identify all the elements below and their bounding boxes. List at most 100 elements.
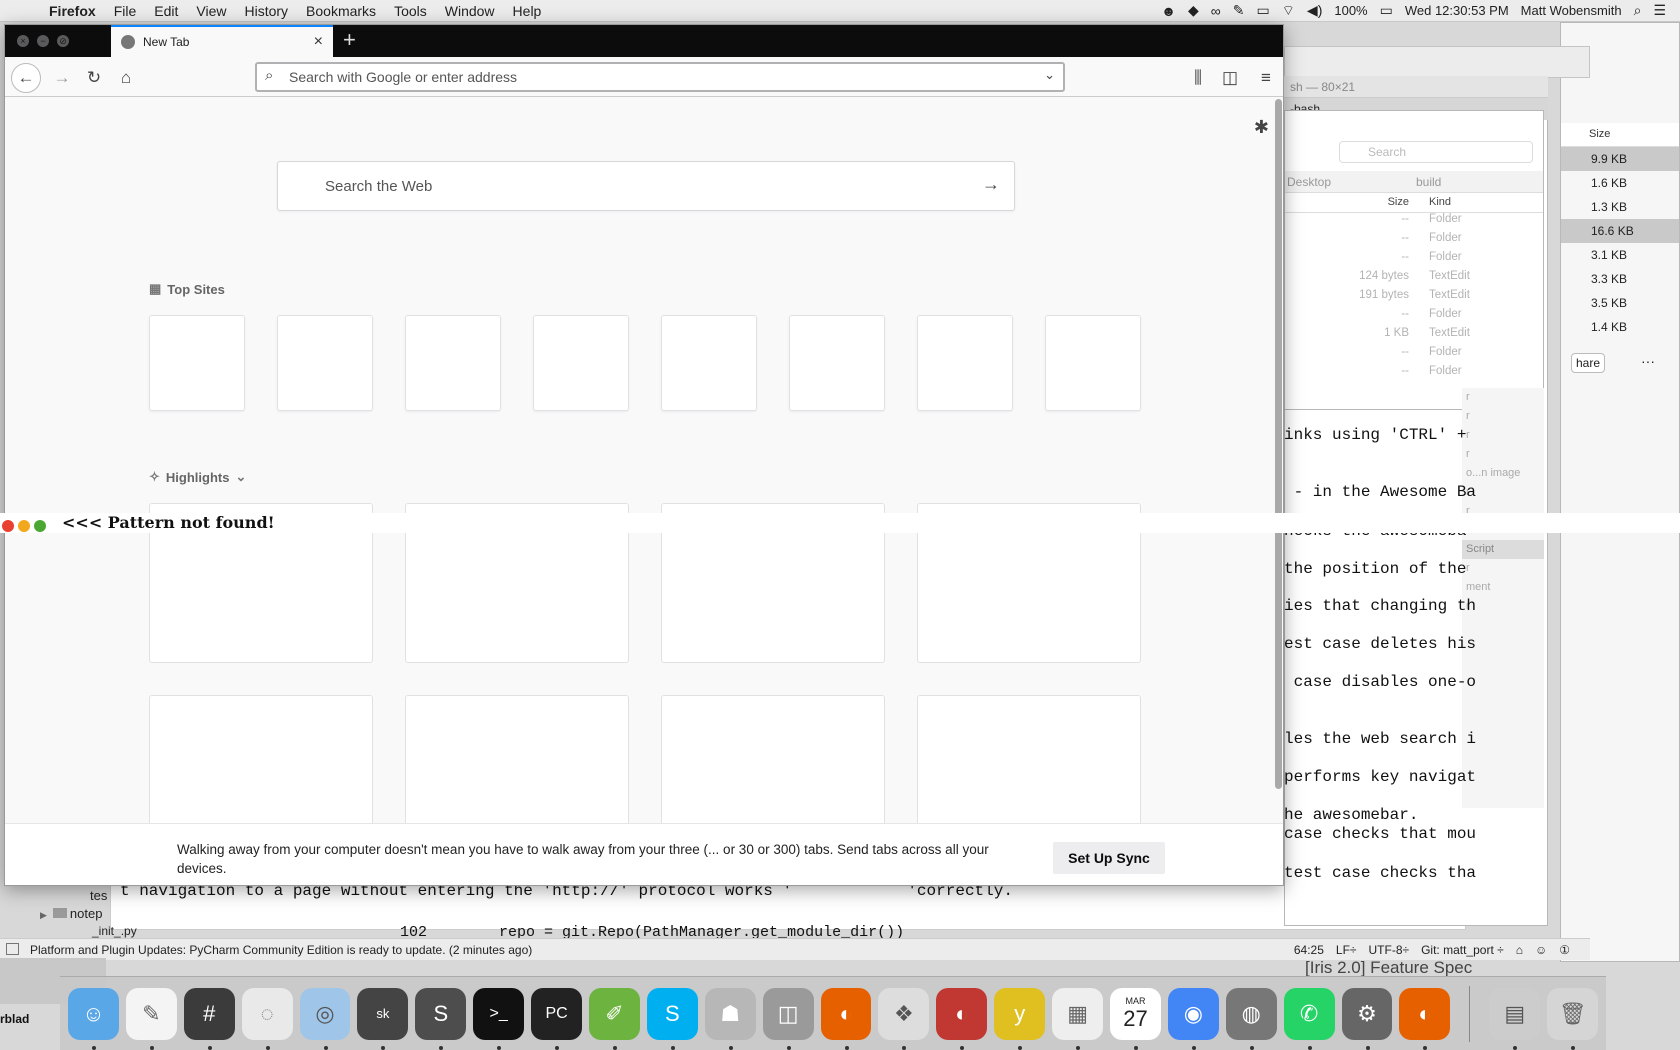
trash-icon[interactable]: 🗑 (1547, 987, 1599, 1050)
project-tree-item[interactable]: ▶ notep (40, 906, 102, 921)
top-site-tile[interactable] (661, 315, 757, 411)
automator-icon[interactable]: ☗ (704, 987, 756, 1050)
window-title-feature-spec[interactable]: [Iris 2.0] Feature Spec (1305, 958, 1472, 978)
set-up-sync-button[interactable]: Set Up Sync (1053, 842, 1165, 874)
project-tree-item[interactable]: tes (90, 888, 107, 903)
wifi-icon[interactable]: ⌔ (1282, 2, 1295, 20)
menu-edit[interactable]: Edit (145, 3, 187, 19)
top-site-tile[interactable] (917, 315, 1013, 411)
menu-history[interactable]: History (235, 3, 297, 19)
menu-window[interactable]: Window (436, 3, 504, 19)
file-size[interactable]: 1.3 KB (1561, 195, 1679, 219)
share-button[interactable]: hare (1571, 353, 1606, 373)
top-site-tile[interactable] (789, 315, 885, 411)
file-row[interactable]: 191 bytes TextEdit (1285, 289, 1543, 308)
calculator-icon[interactable]: ▦ (1052, 987, 1104, 1050)
creative-cloud-icon[interactable]: ∞ (1211, 3, 1221, 19)
reload-button[interactable]: ↻ (79, 63, 109, 93)
new-tab-button[interactable]: + (343, 27, 356, 53)
user-name[interactable]: Matt Wobensmith (1521, 3, 1622, 18)
chevron-down-icon[interactable]: ⌄ (235, 469, 246, 485)
whatsapp-icon[interactable]: ✆ (1283, 987, 1335, 1050)
battery-percent[interactable]: 100% (1334, 3, 1367, 18)
pitcher-icon[interactable]: ◌ (241, 987, 293, 1050)
home-button[interactable]: ⌂ (111, 63, 141, 93)
menu-help[interactable]: Help (504, 3, 551, 19)
network-utility-icon[interactable]: ◍ (1225, 987, 1277, 1050)
file-size[interactable]: 3.3 KB (1561, 267, 1679, 291)
dropbox-icon[interactable]: ◆ (1188, 2, 1199, 19)
kind-cell[interactable]: Script (1462, 540, 1544, 559)
sikuli-icon[interactable]: sk (357, 987, 409, 1050)
terminal-icon[interactable]: >_ (473, 987, 525, 1050)
project-tree-item[interactable]: _init_.py (92, 924, 137, 938)
back-button[interactable]: ← (11, 63, 41, 93)
pycharm-icon[interactable]: PC (531, 987, 583, 1050)
scrollbar[interactable] (1275, 99, 1282, 789)
textedit-icon[interactable]: ✎ (125, 987, 177, 1050)
clock[interactable]: Wed 12:30:53 PM (1405, 3, 1509, 18)
event-log-icon[interactable]: ① (1559, 943, 1570, 957)
tab-new-tab[interactable]: New Tab × (111, 25, 333, 57)
top-site-tile[interactable] (1045, 315, 1141, 411)
gear-icon[interactable]: ✱ (1254, 117, 1269, 138)
menu-bookmarks[interactable]: Bookmarks (297, 3, 385, 19)
file-row[interactable]: -- Folder (1285, 308, 1543, 327)
calendar-icon[interactable]: MAR 27 (1110, 987, 1161, 1050)
file-size[interactable]: 1.6 KB (1561, 171, 1679, 195)
kind-cell[interactable]: ment (1462, 578, 1544, 597)
evernote-icon[interactable]: ✐ (589, 987, 640, 1050)
file-row[interactable]: -- Folder (1285, 346, 1543, 365)
evernote-icon[interactable]: ✎ (1233, 2, 1245, 19)
file-row[interactable]: -- Folder (1285, 213, 1543, 232)
menu-file[interactable]: File (105, 3, 146, 19)
library-icon[interactable]: ⫼ (1183, 63, 1213, 93)
kind-cell[interactable]: r (1462, 426, 1544, 445)
encoding[interactable]: UTF-8÷ (1369, 943, 1410, 957)
file-row[interactable]: -- Folder (1285, 251, 1543, 270)
file-size[interactable]: 9.9 KB (1561, 147, 1679, 171)
panel-toggle-icon[interactable] (6, 943, 19, 955)
file-size[interactable]: 3.5 KB (1561, 291, 1679, 315)
fullscreen-window-icon[interactable]: ⊘ (57, 35, 69, 47)
inspector-icon[interactable]: ☺ (1535, 943, 1547, 957)
document-stack-icon[interactable]: ▤ (1489, 987, 1541, 1050)
kind-cell[interactable]: r (1462, 407, 1544, 426)
finder-tab-desktop[interactable]: Desktop (1285, 171, 1414, 192)
brackets-icon[interactable]: ❖ (878, 987, 930, 1050)
airplay-icon[interactable]: ▭ (1257, 2, 1270, 19)
firefox-nightly-icon[interactable]: ◐ (936, 987, 988, 1050)
git-branch[interactable]: Git: matt_port ÷ (1421, 943, 1504, 957)
owl-icon[interactable]: ☻ (1161, 3, 1176, 19)
more-icon[interactable]: ··· (1641, 353, 1655, 369)
battery-icon[interactable]: ▭ (1380, 2, 1393, 19)
desktop-item-label[interactable]: rblad (0, 1012, 29, 1026)
kind-column-header[interactable]: Kind (1423, 193, 1451, 212)
file-size[interactable]: 16.6 KB (1561, 219, 1679, 243)
safari-icon[interactable]: ◎ (299, 987, 351, 1050)
url-bar[interactable]: ⌕ Search with Google or enter address ⌄ (255, 62, 1065, 92)
chrome-icon[interactable]: ◉ (1167, 987, 1219, 1050)
slack-icon[interactable]: # (183, 987, 235, 1050)
close-tab-icon[interactable]: × (314, 33, 323, 51)
file-row[interactable]: -- Folder (1285, 365, 1543, 384)
volume-icon[interactable]: ◀) (1307, 2, 1322, 19)
vmware-icon[interactable]: ◫ (762, 987, 814, 1050)
menu-tools[interactable]: Tools (385, 3, 436, 19)
file-size[interactable]: 3.1 KB (1561, 243, 1679, 267)
sidebar-icon[interactable]: ◫ (1215, 63, 1245, 93)
disclosure-triangle-icon[interactable]: ▶ (40, 910, 47, 920)
sublime-icon[interactable]: S (415, 987, 467, 1050)
kind-cell[interactable]: r (1462, 559, 1544, 578)
file-row[interactable]: -- Folder (1285, 232, 1543, 251)
firefox-icon[interactable]: ◐ (820, 987, 872, 1050)
forward-button[interactable]: → (47, 63, 77, 93)
file-size[interactable]: 1.4 KB (1561, 315, 1679, 339)
lock-icon[interactable]: ⌂ (1516, 943, 1523, 957)
spotlight-icon[interactable]: ⌕ (1634, 2, 1642, 19)
cursor-position[interactable]: 64:25 (1294, 943, 1324, 957)
menu-view[interactable]: View (187, 3, 235, 19)
web-search-input[interactable]: Search the Web → (277, 161, 1015, 211)
kind-cell[interactable]: o...n image (1462, 464, 1544, 483)
yoink-icon[interactable]: y (994, 987, 1046, 1050)
